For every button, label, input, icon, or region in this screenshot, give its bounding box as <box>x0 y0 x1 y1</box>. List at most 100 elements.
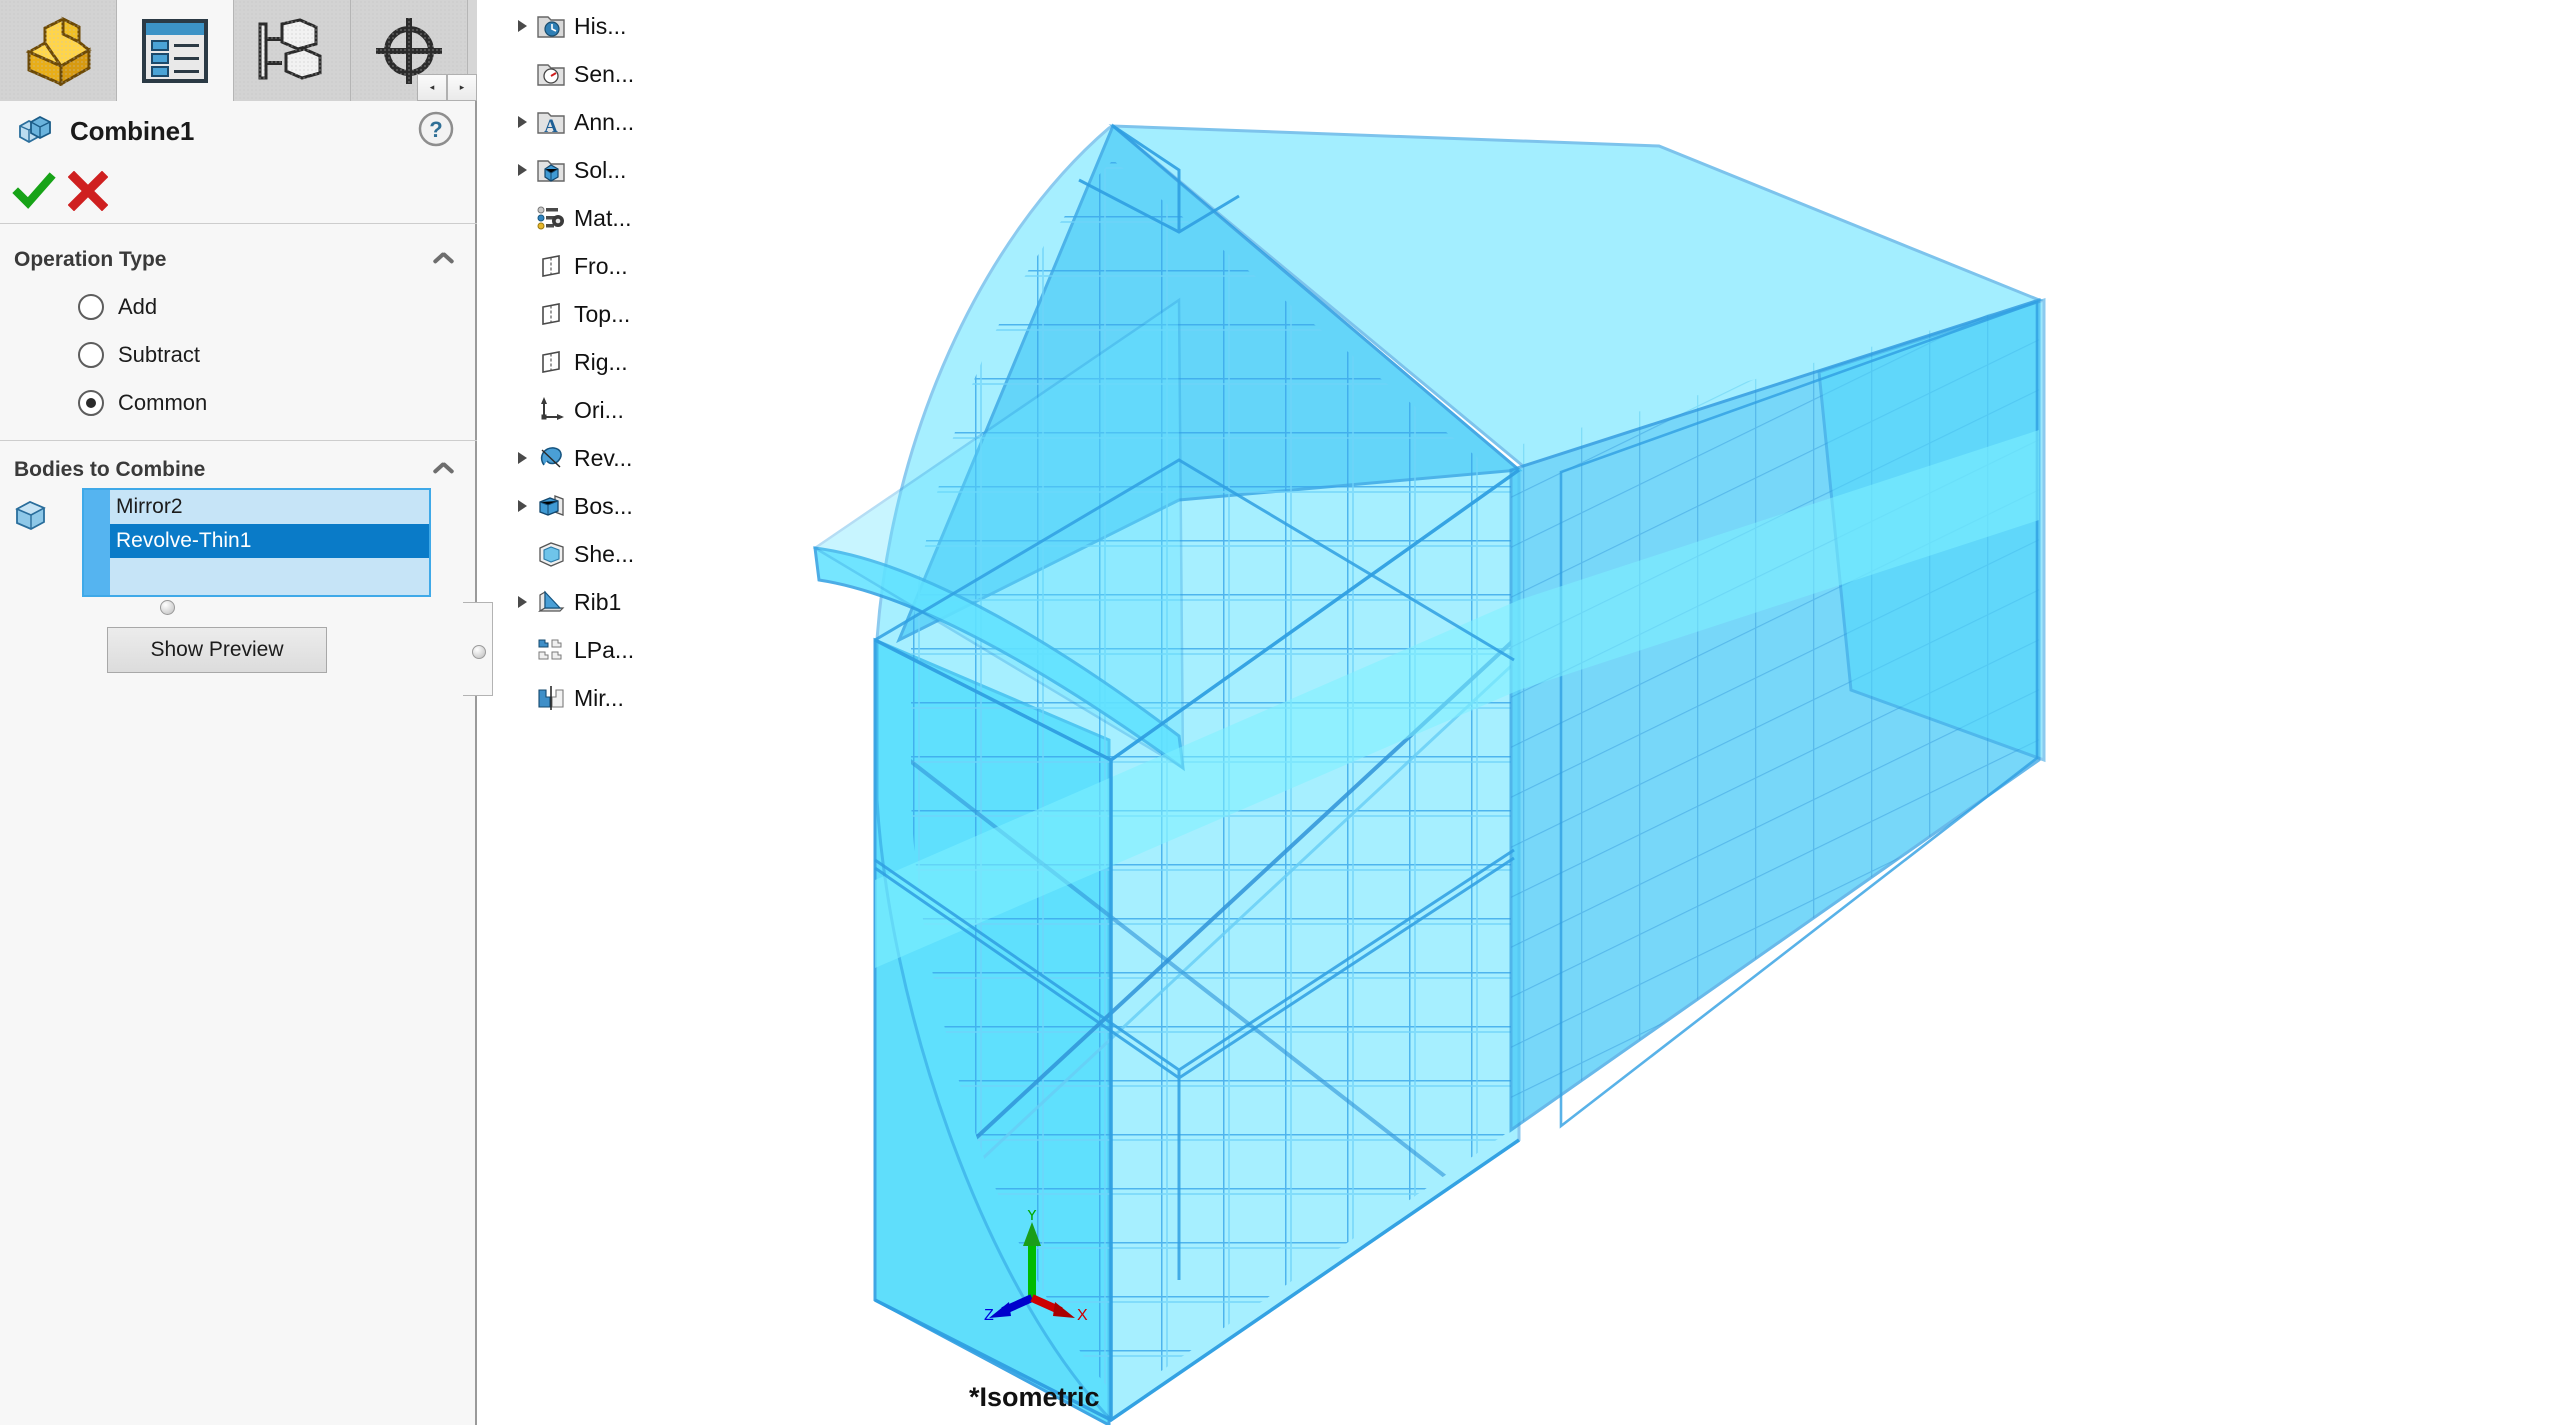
tree-item-boss-extrude[interactable]: Bos... <box>492 482 732 530</box>
property-manager-actions <box>0 165 477 223</box>
ok-checkmark-button[interactable] <box>12 169 56 213</box>
expand-triangle-icon[interactable] <box>514 17 532 35</box>
tree-item-sensors[interactable]: Sen... <box>492 50 732 98</box>
feature-tree-flyout[interactable]: His... Sen... A Ann... Sol... Mat... Fro… <box>492 0 732 740</box>
history-folder-icon <box>537 16 565 38</box>
tree-item-right-plane[interactable]: Rig... <box>492 338 732 386</box>
origin-axes-icon <box>541 397 564 420</box>
expand-spacer <box>514 545 532 563</box>
radio-button[interactable] <box>78 390 104 416</box>
group-title: Operation Type <box>14 248 167 271</box>
tab-property-manager[interactable] <box>117 0 234 101</box>
property-manager-panel: ◂ ▸ Combine1 ? Operation Type Add Subtra… <box>0 0 493 1425</box>
tree-item-shell[interactable]: She... <box>492 530 732 578</box>
list-item[interactable]: Mirror2 <box>110 490 429 524</box>
radio-button[interactable] <box>78 342 104 368</box>
tree-item-linear-pattern[interactable]: LPa... <box>492 626 732 674</box>
tree-item-label: Fro... <box>574 252 628 279</box>
group-header-bodies-to-combine[interactable]: Bodies to Combine <box>0 448 477 492</box>
divider <box>0 223 477 224</box>
tree-item-label: Rig... <box>574 348 628 375</box>
expand-spacer <box>514 209 532 227</box>
tab-nav-arrows[interactable]: ◂ ▸ <box>417 74 477 101</box>
sensors-folder-icon <box>537 64 565 86</box>
list-item[interactable]: Revolve-Thin1 <box>110 524 429 558</box>
tree-item-label: Rib1 <box>574 588 622 615</box>
tab-nav-prev-button[interactable]: ◂ <box>417 74 447 101</box>
selection-accent-bar <box>84 490 110 595</box>
radio-button[interactable] <box>78 294 104 320</box>
svg-text:?: ? <box>429 117 442 142</box>
expand-triangle-icon[interactable] <box>514 113 532 131</box>
tab-nav-next-button[interactable]: ▸ <box>447 74 477 101</box>
view-orientation-label: *Isometric <box>969 1382 1100 1412</box>
manager-tab-strip[interactable]: ◂ ▸ <box>0 0 477 101</box>
question-mark-icon[interactable]: ? <box>417 110 455 148</box>
triad-axis-z-label: Z <box>984 1307 994 1320</box>
chevron-up-icon[interactable] <box>433 250 455 264</box>
yellow-part-icon <box>25 16 92 86</box>
revolve-icon <box>540 447 562 468</box>
coordinate-triad: Y Z X <box>984 1210 1088 1320</box>
radio-label: Subtract <box>118 342 200 367</box>
configuration-tree-icon <box>258 17 322 80</box>
panel-splitter-handle[interactable] <box>463 602 493 696</box>
linear-pattern-icon <box>538 639 562 660</box>
radio-option-add[interactable]: Add <box>78 290 157 324</box>
listbox-resize-handle[interactable] <box>160 600 175 615</box>
expand-triangle-icon[interactable] <box>514 449 532 467</box>
rib-icon <box>537 590 565 613</box>
group-title: Bodies to Combine <box>14 458 206 481</box>
page-title: Combine1 <box>70 115 195 146</box>
tree-item-label: Bos... <box>574 492 633 519</box>
tree-item-rib1[interactable]: Rib1 <box>492 578 732 626</box>
selection-list[interactable]: Mirror2 Revolve-Thin1 <box>110 490 429 595</box>
tree-item-label: She... <box>574 540 635 567</box>
tree-item-mirror[interactable]: Mir... <box>492 674 732 722</box>
property-list-icon <box>142 18 208 83</box>
tab-configuration-manager[interactable] <box>234 0 351 101</box>
expand-spacer <box>514 353 532 371</box>
expand-triangle-icon[interactable] <box>514 497 532 515</box>
tree-item-label: Sen... <box>574 60 635 87</box>
tree-item-label: Ori... <box>574 396 624 423</box>
tree-item-front-plane[interactable]: Fro... <box>492 242 732 290</box>
expand-spacer <box>514 257 532 275</box>
chevron-up-icon[interactable] <box>433 460 455 474</box>
expand-spacer <box>514 689 532 707</box>
group-header-operation-type[interactable]: Operation Type <box>0 238 477 282</box>
expand-spacer <box>514 641 532 659</box>
tree-item-revolve[interactable]: Rev... <box>492 434 732 482</box>
tree-item-label: Top... <box>574 300 631 327</box>
divider <box>0 440 477 441</box>
svg-text:A: A <box>544 116 558 137</box>
tree-item-history[interactable]: His... <box>492 2 732 50</box>
3d-model-render[interactable] <box>479 0 2572 1425</box>
tree-item-top-plane[interactable]: Top... <box>492 290 732 338</box>
solidworks-window: Y Z X *Isometric His... Sen... A Ann... … <box>0 0 2572 1425</box>
mirror-icon <box>538 686 564 710</box>
combine-bodies-icon <box>19 115 51 144</box>
cancel-x-button[interactable] <box>68 171 108 211</box>
bodies-selection-listbox[interactable]: Mirror2 Revolve-Thin1 <box>82 488 431 597</box>
tab-feature-manager[interactable] <box>0 0 117 101</box>
radio-option-subtract[interactable]: Subtract <box>78 338 200 372</box>
triad-axis-y-label: Y <box>1027 1210 1038 1224</box>
annotations-folder-icon: A <box>537 112 565 137</box>
tree-item-label: Rev... <box>574 444 633 471</box>
plane-icon <box>542 303 560 325</box>
expand-triangle-icon[interactable] <box>514 161 532 179</box>
triad-axis-x-label: X <box>1077 1307 1088 1320</box>
tree-item-origin[interactable]: Ori... <box>492 386 732 434</box>
splitter-grip-dot <box>472 645 486 659</box>
tree-item-annotations[interactable]: A Ann... <box>492 98 732 146</box>
material-gear-icon <box>537 206 564 230</box>
tree-item-label: Ann... <box>574 108 635 135</box>
tree-item-solid-bodies[interactable]: Sol... <box>492 146 732 194</box>
show-preview-button[interactable]: Show Preview <box>107 627 327 673</box>
radio-option-common[interactable]: Common <box>78 386 207 420</box>
tree-item-material[interactable]: Mat... <box>492 194 732 242</box>
expand-triangle-icon[interactable] <box>514 593 532 611</box>
tree-item-label: Mir... <box>574 684 624 711</box>
graphics-viewport[interactable]: Y Z X *Isometric <box>479 0 2572 1425</box>
